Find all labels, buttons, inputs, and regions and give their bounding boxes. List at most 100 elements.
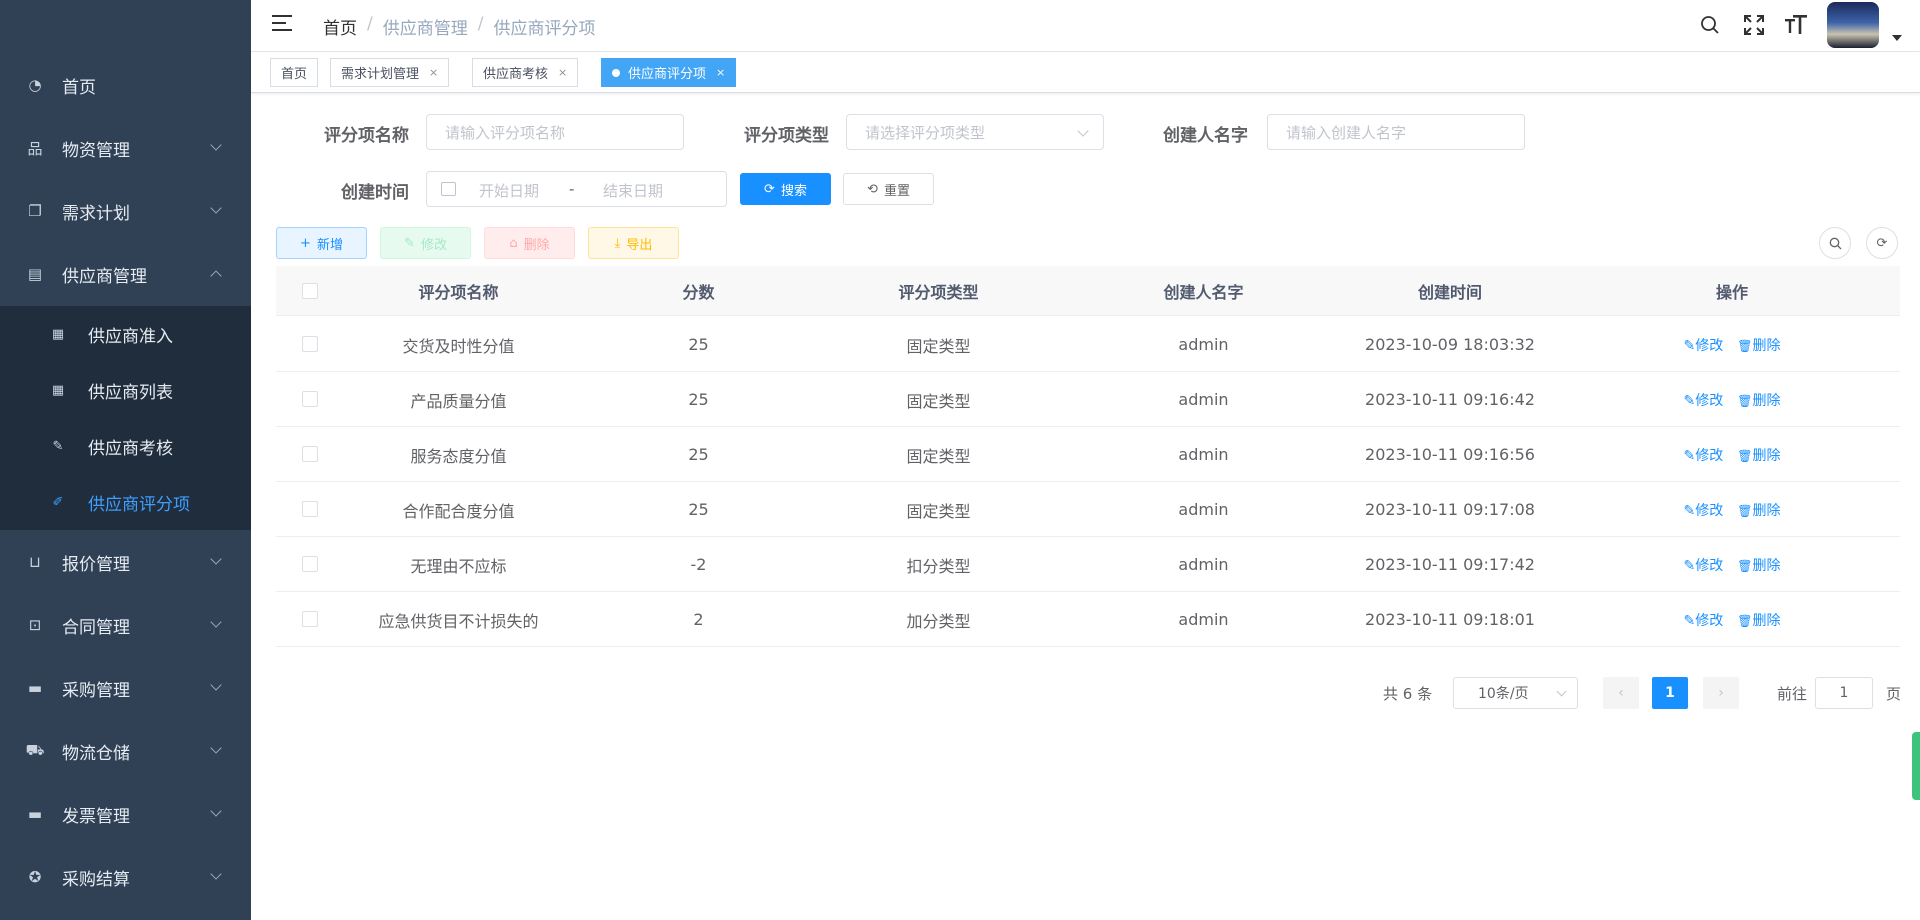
cell-creator: admin — [1178, 555, 1229, 574]
cell-type: 固定类型 — [906, 336, 971, 356]
row-delete-button[interactable]: 🗑删除 — [1737, 610, 1780, 630]
range-separator: - — [569, 180, 575, 198]
export-button[interactable]: ⤓ 导出 — [588, 227, 679, 259]
sidebar-item-demand-plan[interactable]: ❐ 需求计划 — [0, 180, 251, 242]
sidebar-item-supplier-list[interactable]: ▦ 供应商列表 — [0, 362, 251, 418]
next-page-button[interactable]: › — [1703, 677, 1739, 709]
row-checkbox[interactable] — [302, 336, 318, 352]
delete-button[interactable]: ⌂ 删除 — [484, 227, 575, 259]
scroll-indicator[interactable] — [1912, 732, 1920, 800]
row-delete-label: 删除 — [1752, 337, 1781, 354]
table-row[interactable]: 产品质量分值 25 固定类型 admin 2023-10-11 09:16:42 ✎修改 🗑… — [276, 372, 1900, 427]
row-edit-button[interactable]: ✎修改 — [1684, 335, 1724, 355]
sidebar-item-settlement[interactable]: ✪ 采购结算 — [0, 846, 251, 908]
refresh-button[interactable]: ⟳ — [1866, 227, 1898, 259]
goto-page-input[interactable]: 1 — [1815, 677, 1873, 709]
row-edit-button[interactable]: ✎修改 — [1684, 555, 1724, 575]
start-date[interactable]: 开始日期 — [479, 180, 539, 201]
search-button[interactable]: ⟳ 搜索 — [740, 173, 831, 205]
table-row[interactable]: 无理由不应标 -2 扣分类型 admin 2023-10-11 09:17:42 ✎修改 🗑… — [276, 537, 1900, 592]
sidebar-item-home[interactable]: ◔ 首页 — [0, 54, 251, 116]
row-edit-label: 修改 — [1695, 392, 1724, 409]
tag-demand-plan[interactable]: 需求计划管理 × — [330, 58, 450, 87]
document-icon: ▬ — [27, 679, 43, 697]
chevron-down-icon — [210, 616, 222, 628]
edit-icon: ✎ — [1683, 447, 1696, 464]
fullscreen-icon[interactable] — [1741, 12, 1767, 38]
row-checkbox[interactable] — [302, 501, 318, 517]
breadcrumb-home[interactable]: 首页 — [323, 14, 357, 39]
date-range-picker[interactable]: 开始日期 - 结束日期 — [426, 171, 727, 207]
score-type-select[interactable]: 请选择评分项类型 — [846, 114, 1104, 150]
row-delete-button[interactable]: 🗑删除 — [1737, 500, 1780, 520]
trash-icon: 🗑 — [1737, 448, 1753, 463]
chevron-down-icon — [210, 553, 222, 565]
cell-time: 2023-10-11 09:17:08 — [1365, 500, 1535, 519]
row-checkbox[interactable] — [302, 611, 318, 627]
sidebar-item-supplier-assessment[interactable]: ✎ 供应商考核 — [0, 418, 251, 474]
sidebar-item-contract[interactable]: ⊡ 合同管理 — [0, 594, 251, 656]
toggle-search-button[interactable] — [1819, 227, 1851, 259]
row-delete-label: 删除 — [1752, 447, 1781, 464]
tag-home[interactable]: 首页 — [270, 58, 319, 87]
tag-label: 首页 — [281, 67, 308, 82]
edit-button-label: 修改 — [420, 237, 447, 253]
edit-icon: ✎ — [1683, 502, 1696, 519]
score-name-input[interactable]: 请输入评分项名称 — [426, 114, 684, 150]
column-header: 评分项类型 — [898, 283, 979, 302]
row-checkbox[interactable] — [302, 446, 318, 462]
prev-page-button[interactable]: ‹ — [1603, 677, 1639, 709]
row-edit-button[interactable]: ✎修改 — [1684, 445, 1724, 465]
grid-icon: ▦ — [51, 326, 65, 342]
reset-button[interactable]: ⟲ 重置 — [843, 173, 934, 205]
row-delete-button[interactable]: 🗑删除 — [1737, 390, 1780, 410]
close-icon[interactable]: × — [558, 66, 567, 79]
chevron-up-icon — [210, 270, 222, 282]
table-row[interactable]: 交货及时性分值 25 固定类型 admin 2023-10-09 18:03:32 ✎修改… — [276, 317, 1900, 372]
cell-time: 2023-10-11 09:17:42 — [1365, 555, 1535, 574]
close-icon[interactable]: × — [716, 66, 725, 79]
sidebar-item-logistics[interactable]: ⛟ 物流仓储 — [0, 720, 251, 782]
font-size-icon[interactable] — [1783, 12, 1809, 38]
hamburger-icon[interactable] — [272, 15, 292, 33]
label-score-name: 评分项名称 — [324, 126, 409, 146]
briefcase-icon: ⊡ — [28, 616, 42, 634]
tag-supplier-assessment[interactable]: 供应商考核 × — [472, 58, 579, 87]
page-size-select[interactable]: 10条/页 — [1453, 677, 1578, 709]
chevron-down-icon — [210, 805, 222, 817]
sidebar-item-materials[interactable]: 品 物资管理 — [0, 117, 251, 179]
row-delete-button[interactable]: 🗑删除 — [1737, 555, 1780, 575]
search-icon — [1829, 237, 1841, 249]
trash-icon: 🗑 — [1737, 558, 1753, 573]
sidebar-item-supplier-access[interactable]: ▦ 供应商准入 — [0, 306, 251, 362]
row-checkbox[interactable] — [302, 391, 318, 407]
row-edit-button[interactable]: ✎修改 — [1684, 610, 1724, 630]
sidebar-item-quotation[interactable]: ⊔ 报价管理 — [0, 531, 251, 593]
sidebar-item-invoice[interactable]: ▬ 发票管理 — [0, 783, 251, 845]
cell-actions: ✎修改 🗑删除 — [1564, 427, 1900, 482]
select-all-checkbox[interactable] — [302, 283, 318, 299]
close-icon[interactable]: × — [429, 66, 438, 79]
page-number-active[interactable]: 1 — [1652, 677, 1688, 709]
add-button[interactable]: + 新增 — [276, 227, 367, 259]
row-edit-button[interactable]: ✎修改 — [1684, 390, 1724, 410]
search-icon[interactable] — [1697, 12, 1723, 38]
chevron-left-icon: ‹ — [1618, 685, 1624, 701]
table-row[interactable]: 服务态度分值 25 固定类型 admin 2023-10-11 09:16:56 ✎修改 🗑… — [276, 427, 1900, 482]
table-row[interactable]: 合作配合度分值 25 固定类型 admin 2023-10-11 09:17:08 ✎修改… — [276, 482, 1900, 537]
row-checkbox[interactable] — [302, 556, 318, 572]
edit-button[interactable]: ✎ 修改 — [380, 227, 471, 259]
caret-down-icon[interactable] — [1892, 35, 1902, 41]
sidebar-item-supplier[interactable]: ▤ 供应商管理 — [0, 243, 251, 305]
sidebar-item-label: 物资管理 — [62, 140, 130, 161]
creator-name-input[interactable]: 请输入创建人名字 — [1267, 114, 1525, 150]
sidebar-item-supplier-score-items[interactable]: ✐ 供应商评分项 — [0, 474, 251, 530]
row-delete-button[interactable]: 🗑删除 — [1737, 335, 1780, 355]
row-delete-button[interactable]: 🗑删除 — [1737, 445, 1780, 465]
end-date[interactable]: 结束日期 — [603, 180, 663, 201]
table-row[interactable]: 应急供货目不计损失的 2 加分类型 admin 2023-10-11 09:18:01 ✎… — [276, 592, 1900, 647]
avatar[interactable] — [1827, 2, 1879, 48]
tag-supplier-score-items[interactable]: 供应商评分项 × — [601, 58, 737, 87]
row-edit-button[interactable]: ✎修改 — [1684, 500, 1724, 520]
sidebar-item-purchase[interactable]: ▬ 采购管理 — [0, 657, 251, 719]
